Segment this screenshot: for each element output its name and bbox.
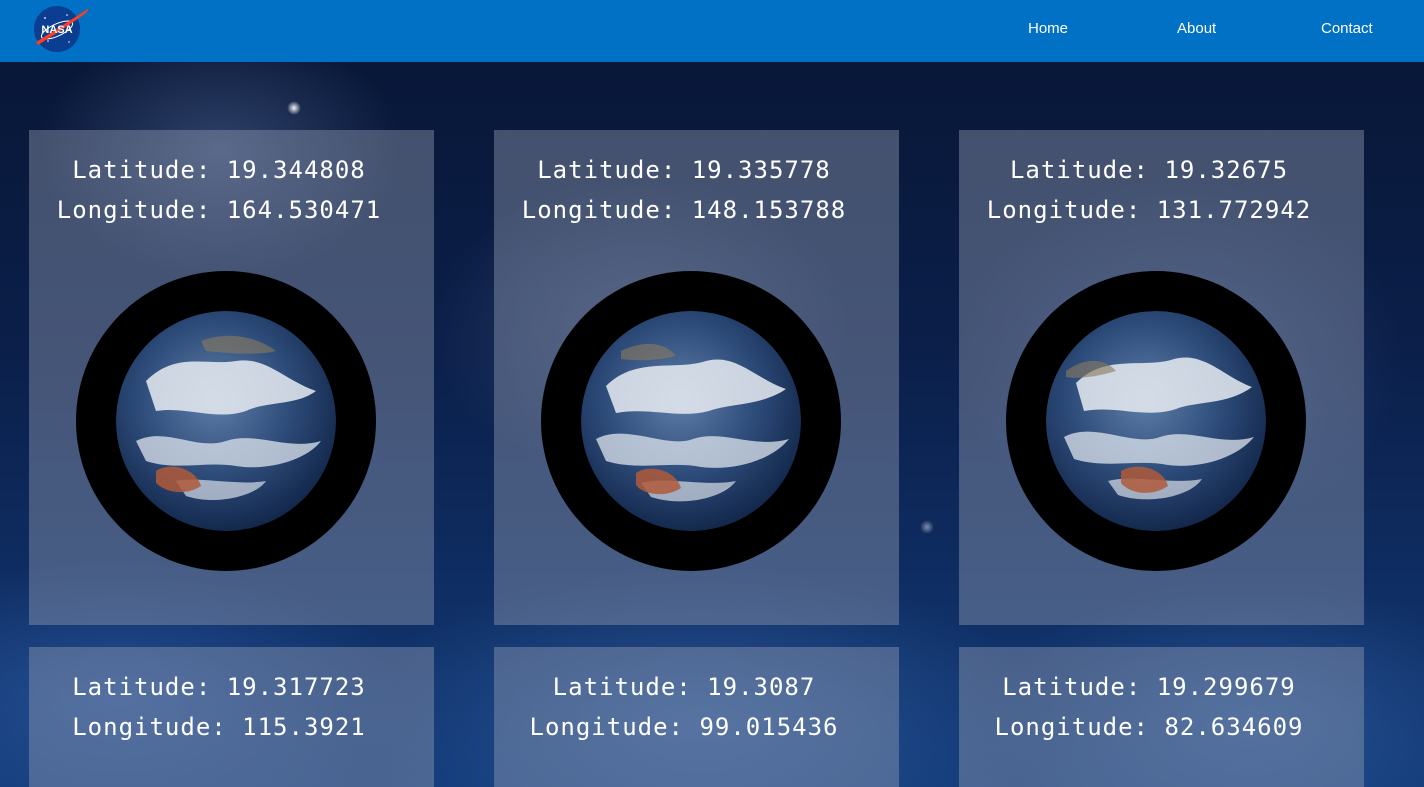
latitude-label: Latitude: 19.32675 bbox=[1009, 156, 1289, 184]
latitude-label: Latitude: 19.299679 bbox=[1002, 673, 1296, 701]
earth-globe-image bbox=[581, 311, 801, 531]
svg-text:NASA: NASA bbox=[41, 24, 72, 36]
longitude-label: Longitude: 131.772942 bbox=[986, 196, 1312, 224]
star-glint bbox=[287, 101, 301, 115]
nasa-logo-icon[interactable]: NASA bbox=[32, 4, 92, 54]
coordinate-card: Latitude: 19.344808 Longitude: 164.53047… bbox=[29, 130, 434, 625]
latitude-label: Latitude: 19.344808 bbox=[72, 156, 366, 184]
top-navbar: NASA Home About Contact bbox=[0, 0, 1424, 62]
earth-image-frame bbox=[76, 271, 376, 571]
star-glint bbox=[920, 520, 934, 534]
earth-globe-image bbox=[1046, 311, 1266, 531]
coordinate-card: Latitude: 19.299679 Longitude: 82.634609 bbox=[959, 647, 1364, 787]
longitude-label: Longitude: 115.3921 bbox=[72, 713, 366, 741]
latitude-label: Latitude: 19.317723 bbox=[72, 673, 366, 701]
coordinate-card: Latitude: 19.32675 Longitude: 131.772942 bbox=[959, 130, 1364, 625]
latitude-label: Latitude: 19.335778 bbox=[537, 156, 831, 184]
longitude-label: Longitude: 164.530471 bbox=[56, 196, 382, 224]
longitude-label: Longitude: 148.153788 bbox=[521, 196, 847, 224]
coordinate-card: Latitude: 19.335778 Longitude: 148.15378… bbox=[494, 130, 899, 625]
coordinate-card: Latitude: 19.3087 Longitude: 99.015436 bbox=[494, 647, 899, 787]
nav-contact-link[interactable]: Contact bbox=[1321, 20, 1373, 37]
coordinate-card: Latitude: 19.317723 Longitude: 115.3921 bbox=[29, 647, 434, 787]
latitude-label: Latitude: 19.3087 bbox=[552, 673, 816, 701]
earth-image-frame bbox=[541, 271, 841, 571]
nav-home-link[interactable]: Home bbox=[1028, 20, 1068, 37]
earth-globe-image bbox=[116, 311, 336, 531]
longitude-label: Longitude: 99.015436 bbox=[529, 713, 839, 741]
nav-about-link[interactable]: About bbox=[1177, 20, 1216, 37]
longitude-label: Longitude: 82.634609 bbox=[994, 713, 1304, 741]
earth-image-frame bbox=[1006, 271, 1306, 571]
